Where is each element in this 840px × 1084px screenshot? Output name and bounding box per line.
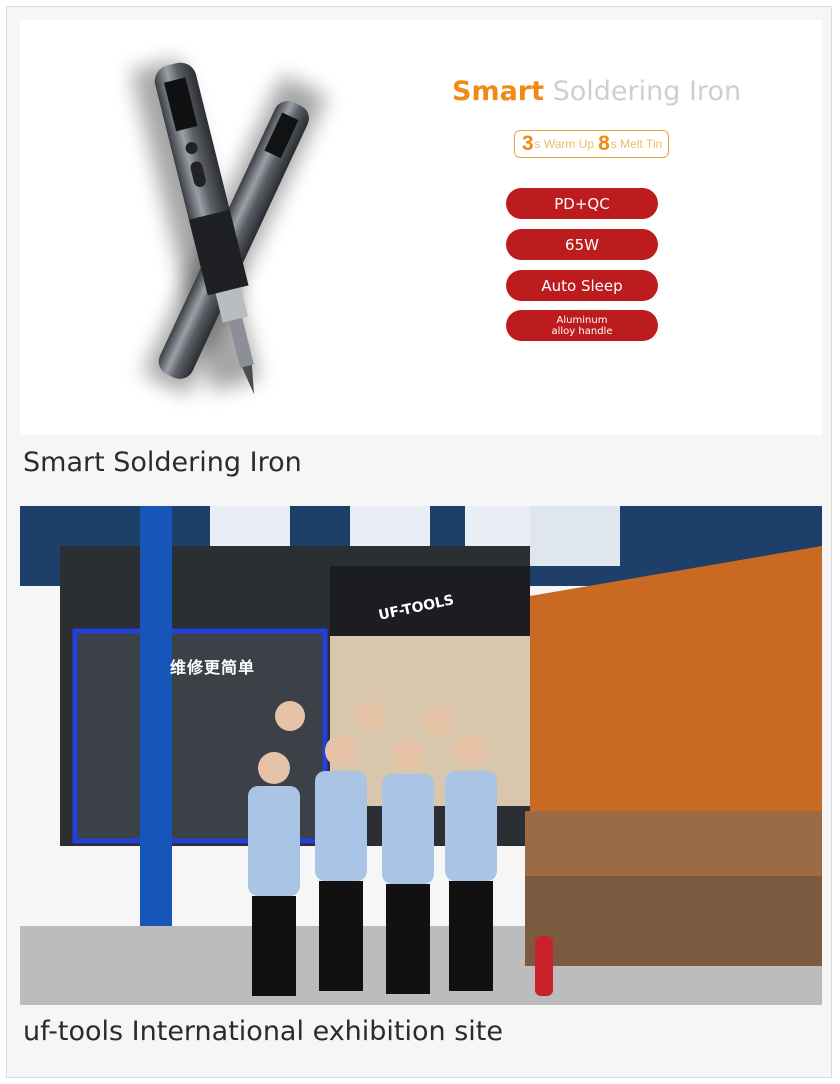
- warmup-spec: 3 s Warm Up 8 s Melt Tin: [485, 124, 698, 164]
- feature-pill-power: 65W: [506, 229, 658, 260]
- feature-label-line2: alloy handle: [551, 325, 613, 337]
- headline-word-smart: Smart: [452, 76, 545, 107]
- melt-label: s Melt Tin: [610, 137, 663, 151]
- feature-pill-pdqc: PD+QC: [506, 188, 658, 219]
- booth-sign-chinese: 维修更简单: [170, 658, 256, 677]
- melt-seconds: 8: [598, 132, 610, 155]
- feature-pill-sleep: Auto Sleep: [506, 270, 658, 301]
- feature-label: 65W: [565, 235, 599, 254]
- exhibition-scene: [20, 506, 822, 1005]
- exhibition-caption: uf-tools International exhibition site: [23, 1016, 504, 1047]
- warmup-seconds: 3: [521, 132, 534, 155]
- feature-label: PD+QC: [554, 194, 610, 213]
- soldering-iron-image[interactable]: Smart Soldering Iron 3 s Warm Up 8 s Mel…: [20, 20, 822, 435]
- ceiling-lamp: [530, 506, 620, 566]
- product-headline: Smart Soldering Iron: [452, 76, 741, 107]
- product-caption: Smart Soldering Iron: [23, 447, 302, 478]
- feature-label: Auto Sleep: [541, 276, 623, 295]
- display-counter: [525, 811, 822, 876]
- headline-word-soldering-iron: Soldering Iron: [552, 76, 742, 107]
- exhibition-photo[interactable]: 维修更简单 UF-TOOLS: [20, 506, 822, 1005]
- fire-extinguisher: [535, 936, 553, 996]
- warmup-label: s Warm Up: [534, 137, 595, 151]
- feature-label-line1: Aluminum: [556, 314, 608, 326]
- feature-pill-handle: Aluminum alloy handle: [506, 310, 658, 341]
